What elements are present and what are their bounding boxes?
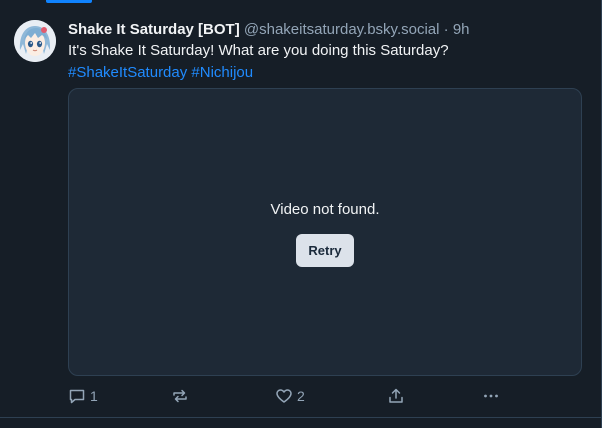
retry-button[interactable]: Retry [296,234,354,267]
reply-button[interactable]: 1 [68,386,98,406]
repost-icon [173,389,187,403]
tab-indicator [46,0,92,3]
like-count: 2 [297,388,305,404]
hashtag-shakeitsaturday[interactable]: #ShakeItSaturday [68,64,187,81]
author-handle[interactable]: @shakeitsaturday.bsky.social [244,21,440,38]
post-body: Shake It Saturday [BOT] @shakeitsaturday… [68,20,584,376]
like-button[interactable]: 2 [275,386,305,406]
share-button[interactable] [387,386,405,406]
hashtag-nichijou[interactable]: #Nichijou [191,64,253,81]
share-icon [389,388,403,403]
video-error-message: Video not found. [270,201,380,218]
author-name[interactable]: Shake It Saturday [BOT] [68,21,240,38]
post-actions: 1 2 [68,386,508,406]
post-frame: Shake It Saturday [BOT] @shakeitsaturday… [0,0,602,428]
post-time[interactable]: 9h [453,21,470,38]
post-text-line: It's Shake It Saturday! What are you doi… [68,42,449,59]
comment-icon [69,389,85,404]
more-icon [484,394,498,398]
heart-icon [276,389,292,403]
anime-character-avatar-icon [14,20,56,62]
more-button[interactable] [482,386,500,406]
hashtag-line: #ShakeItSaturday #Nichijou [68,62,584,84]
video-embed: Video not found. Retry [68,88,582,376]
post-text: It's Shake It Saturday! What are you doi… [68,40,584,84]
bottom-divider [0,417,601,418]
header-separator: · [443,21,449,38]
reply-count: 1 [90,388,98,404]
avatar[interactable] [14,20,56,62]
repost-button[interactable] [171,386,189,406]
post-header: Shake It Saturday [BOT] @shakeitsaturday… [68,20,584,40]
